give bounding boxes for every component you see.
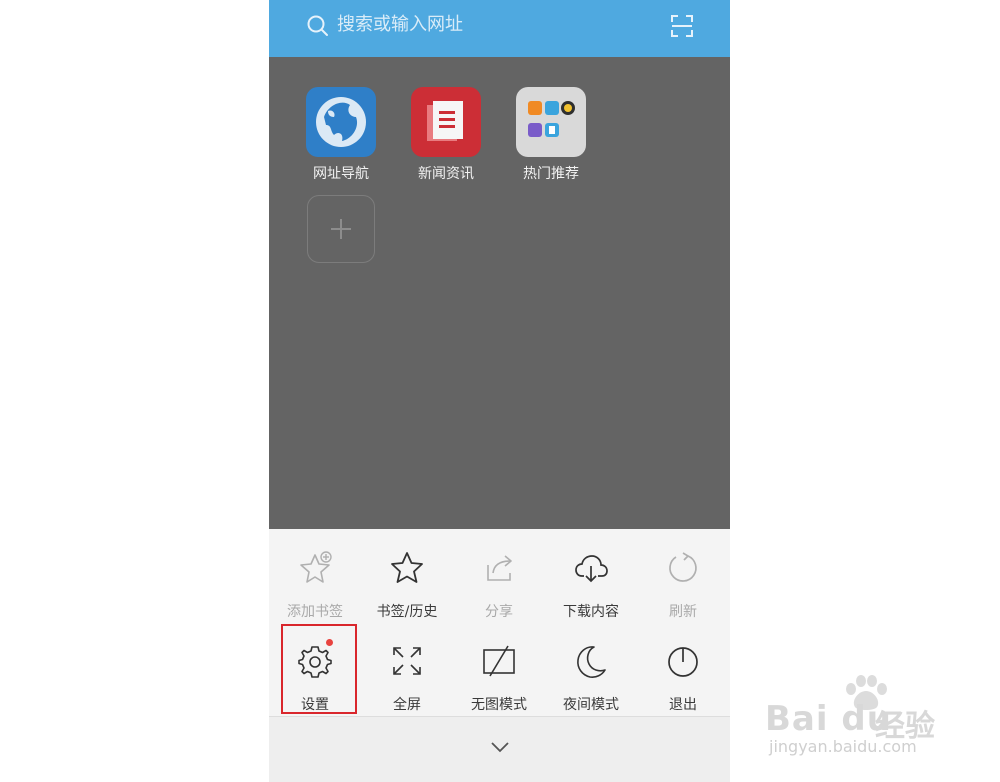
- refresh-icon: [669, 552, 697, 582]
- star-icon: [391, 552, 423, 583]
- menu-label: 夜间模式: [563, 697, 619, 713]
- scan-icon[interactable]: [669, 13, 695, 39]
- menu-label: 下载内容: [563, 604, 619, 620]
- app-news[interactable]: 新闻资讯: [401, 87, 491, 183]
- baidu-jingyan-watermark: Bai du 经验 jingyan.baidu.com: [765, 673, 955, 763]
- menu-label: 书签/历史: [376, 604, 438, 620]
- downloads-button[interactable]: 下载内容: [545, 545, 637, 629]
- news-icon: [411, 87, 481, 157]
- no-image-mode-button[interactable]: 无图模式: [453, 638, 545, 722]
- search-input[interactable]: 搜索或输入网址: [337, 13, 463, 37]
- app-label: 热门推荐: [523, 166, 579, 182]
- settings-highlight-box: [281, 624, 357, 714]
- plus-icon: [331, 219, 351, 239]
- power-icon: [668, 647, 698, 677]
- hot-recommend-icon: [516, 87, 586, 157]
- bookmarks-history-button[interactable]: 书签/历史: [361, 545, 453, 629]
- menu-label: 刷新: [669, 604, 697, 620]
- app-site-navigation[interactable]: 网址导航: [296, 87, 386, 183]
- watermark-url: jingyan.baidu.com: [769, 737, 917, 756]
- menu-label: 退出: [669, 697, 697, 713]
- menu-label: 添加书签: [287, 604, 343, 620]
- share-icon: [487, 555, 512, 581]
- chevron-down-icon[interactable]: [488, 737, 512, 757]
- share-button[interactable]: 分享: [453, 545, 545, 629]
- globe-icon: [306, 87, 376, 157]
- moon-icon: [577, 646, 606, 678]
- search-icon: [307, 15, 328, 36]
- fullscreen-button[interactable]: 全屏: [361, 638, 453, 722]
- cloud-download-icon: [575, 555, 608, 583]
- refresh-button[interactable]: 刷新: [637, 545, 729, 629]
- bottom-menu: 添加书签 书签/历史 分享 下载内容 刷新 设置 全屏 无图模式 夜间模式 退出: [269, 529, 730, 716]
- homepage-content: 网址导航 新闻资讯 热门推荐: [269, 57, 730, 529]
- menu-collapse-bar[interactable]: [269, 716, 730, 782]
- watermark-brand: Bai du: [765, 699, 892, 739]
- notification-dot: [326, 639, 333, 646]
- app-label: 网址导航: [313, 166, 369, 182]
- menu-label: 全屏: [393, 697, 421, 713]
- night-mode-button[interactable]: 夜间模式: [545, 638, 637, 722]
- app-label: 新闻资讯: [418, 166, 474, 182]
- exit-button[interactable]: 退出: [637, 638, 729, 722]
- menu-label: 无图模式: [471, 697, 527, 713]
- add-bookmark-button[interactable]: 添加书签: [269, 545, 361, 629]
- search-bar[interactable]: 搜索或输入网址: [269, 0, 730, 57]
- no-image-icon: [483, 645, 515, 677]
- browser-screen: 搜索或输入网址 网址导航 新闻资讯 热门推荐 添加书签 书签/历史 分享 下载内…: [269, 0, 730, 782]
- add-bookmark-icon: [300, 551, 332, 583]
- fullscreen-icon: [393, 647, 421, 675]
- add-shortcut-button[interactable]: [307, 195, 375, 263]
- app-hot-recommend[interactable]: 热门推荐: [506, 87, 596, 183]
- menu-label: 分享: [485, 604, 513, 620]
